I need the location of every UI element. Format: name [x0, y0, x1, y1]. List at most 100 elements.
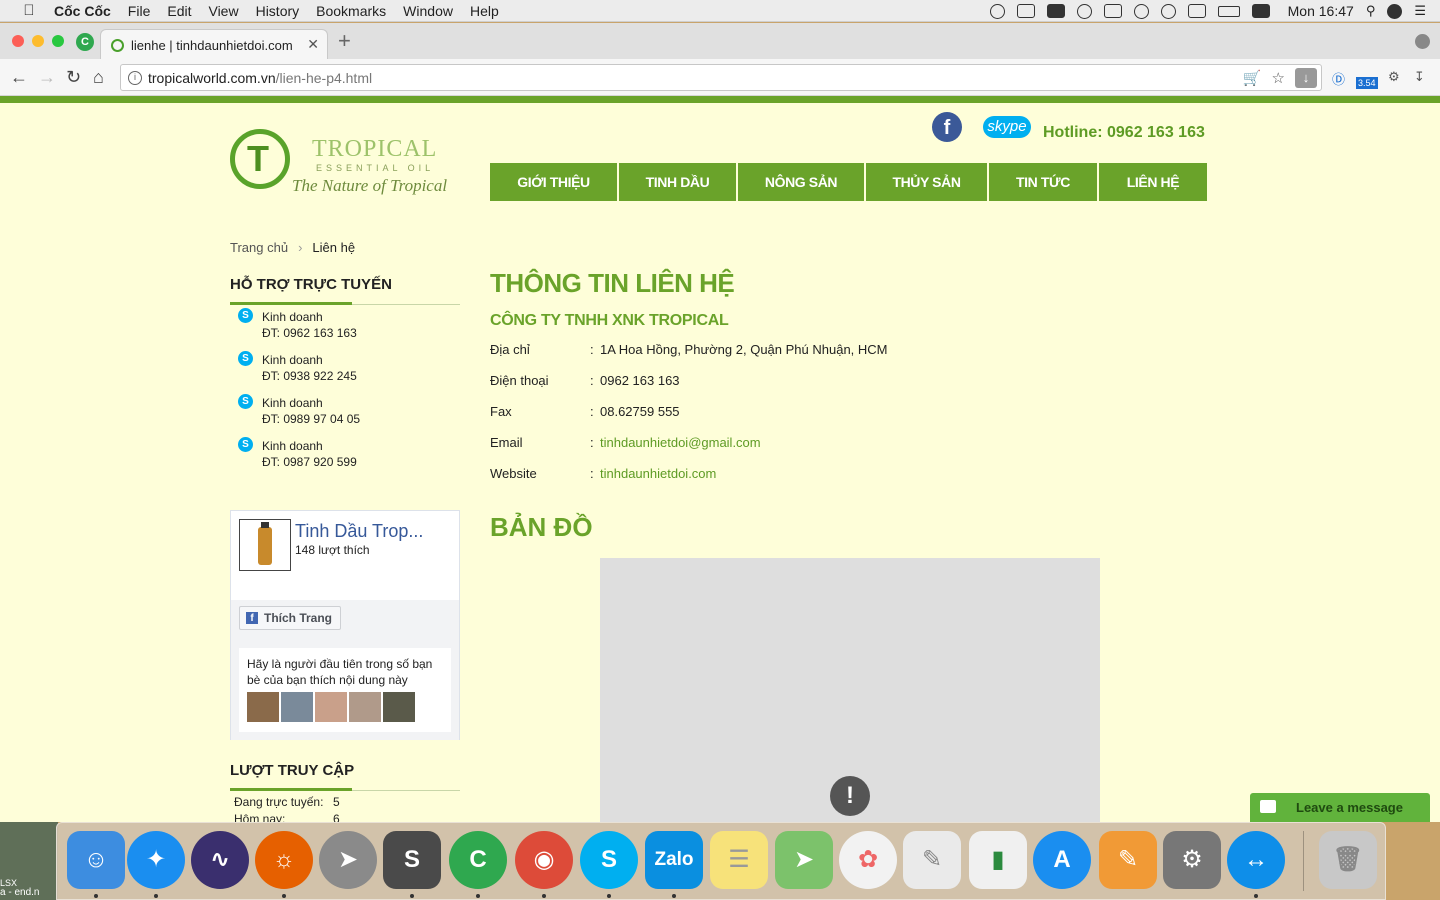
notification-center-icon[interactable]: ☰ [1414, 3, 1426, 19]
zalo-status-icon[interactable] [1016, 4, 1035, 18]
wifi-icon[interactable] [1160, 3, 1176, 19]
macos-dock: ☺ ✦ ∿ ☼ ➤ S C ◉ S Zalo ☰ ➤ ✿ ✎ ▮ A ✎ ⚙ ↔… [56, 822, 1386, 900]
nav-lien-he[interactable]: LIÊN HỆ [1099, 163, 1207, 201]
menu-file[interactable]: File [128, 3, 151, 19]
avatar[interactable] [349, 692, 381, 722]
timer-icon[interactable] [989, 3, 1005, 19]
chrome-icon[interactable]: ◉ [515, 831, 573, 889]
textedit-icon[interactable]: ✎ [903, 831, 961, 889]
facebook-icon[interactable]: f [932, 112, 962, 142]
drive-icon[interactable] [1046, 4, 1065, 18]
teamviewer-icon[interactable]: ↔ [1227, 831, 1285, 889]
skype-icon[interactable]: S [238, 351, 253, 366]
menu-bookmarks[interactable]: Bookmarks [316, 3, 386, 19]
website-link[interactable]: tinhdaunhietdoi.com [600, 466, 716, 481]
photos-icon[interactable]: ✿ [839, 831, 897, 889]
map-embed[interactable]: ! [600, 558, 1100, 822]
menu-window[interactable]: Window [403, 3, 453, 19]
numbers-icon[interactable]: ▮ [969, 831, 1027, 889]
battery-icon[interactable] [1217, 5, 1240, 17]
nav-gioi-thieu[interactable]: GIỚI THIỆU [490, 163, 617, 201]
support-phone: ĐT: 0962 163 163 [262, 326, 357, 340]
menubar-clock[interactable]: Mon 16:47 [1288, 3, 1354, 19]
home-button[interactable]: ⌂ [93, 67, 104, 87]
coccoc-logo-icon[interactable]: C [76, 33, 94, 51]
running-indicator [282, 894, 286, 898]
site-info-icon[interactable]: i [128, 71, 142, 85]
trash-icon[interactable]: 🗑 [1319, 831, 1377, 889]
launchpad-icon[interactable]: ➤ [319, 831, 377, 889]
bookmark-star-icon[interactable]: ☆ [1272, 69, 1285, 87]
siri-status-icon[interactable] [1387, 3, 1403, 19]
extension-badge[interactable]: 3.54 [1356, 77, 1378, 89]
avatar[interactable] [383, 692, 415, 722]
active-tab[interactable]: lienhe | tinhdaunhietdoi.com ✕ [100, 29, 328, 59]
skype-icon[interactable]: S [238, 394, 253, 409]
close-window-button[interactable] [12, 35, 24, 47]
site-logo[interactable]: T TROPICAL ESSENTIAL OIL The Nature of T… [228, 126, 458, 200]
skype-icon[interactable]: S [238, 437, 253, 452]
fb-like-page-button[interactable]: f Thích Trang [239, 606, 342, 630]
apple-menu-icon[interactable]:  [20, 2, 38, 19]
maps-icon[interactable]: ➤ [775, 831, 833, 889]
nav-tinh-dau[interactable]: TINH DẦU [619, 163, 736, 201]
zoom-window-button[interactable] [52, 35, 64, 47]
skype-dock-icon[interactable]: S [580, 831, 638, 889]
fb-page-thumbnail[interactable] [239, 519, 291, 571]
hotline-text[interactable]: Hotline: 0962 163 163 [1043, 124, 1205, 142]
fb-page-name[interactable]: Tinh Dầu Trop... [295, 521, 423, 542]
extension-gear-icon[interactable]: ⚙ [1388, 69, 1400, 85]
new-tab-button[interactable]: + [338, 30, 351, 52]
siri-icon[interactable]: ∿ [191, 831, 249, 889]
leave-message-button[interactable]: Leave a message [1250, 793, 1430, 822]
breadcrumb-home[interactable]: Trang chủ [230, 240, 288, 255]
input-source-icon[interactable] [1251, 4, 1270, 18]
airplay-icon[interactable] [1187, 4, 1206, 18]
url-text[interactable]: tropicalworld.com.vn/lien-he-p4.html [148, 70, 372, 86]
skype-icon[interactable]: S [238, 308, 253, 323]
savior-download-icon[interactable]: ↓ [1295, 68, 1317, 88]
reload-button[interactable]: ↻ [66, 67, 81, 87]
firefox-icon[interactable]: ☼ [255, 831, 313, 889]
menu-view[interactable]: View [208, 3, 238, 19]
shopping-cart-icon[interactable]: 🛒 [1243, 69, 1262, 87]
safari-icon[interactable]: ✦ [127, 831, 185, 889]
skype-logo-icon[interactable]: skype [983, 116, 1031, 138]
app-store-icon[interactable]: A [1033, 831, 1091, 889]
address-bar[interactable]: i tropicalworld.com.vn/lien-he-p4.html 🛒… [120, 64, 1322, 91]
coccoc-icon[interactable]: C [449, 831, 507, 889]
running-indicator [410, 894, 414, 898]
creative-cloud-icon[interactable] [1076, 3, 1092, 19]
breadcrumb: Trang chủ › Liên hệ [230, 240, 355, 255]
bluetooth-icon[interactable] [1133, 3, 1149, 19]
support-name: Kinh doanh [262, 353, 323, 367]
nav-thuy-san[interactable]: THỦY SẢN [866, 163, 987, 201]
minimize-window-button[interactable] [32, 35, 44, 47]
back-button[interactable]: ← [10, 67, 28, 87]
profile-icon[interactable] [1415, 34, 1430, 49]
downloads-icon[interactable]: ↧ [1414, 69, 1425, 85]
avatar[interactable] [247, 692, 279, 722]
close-tab-icon[interactable]: ✕ [307, 36, 319, 53]
sublime-text-icon[interactable]: S [383, 831, 441, 889]
menu-edit[interactable]: Edit [167, 3, 191, 19]
menu-help[interactable]: Help [470, 3, 499, 19]
macos-menu-bar:  Cốc Cốc File Edit View History Bookmar… [0, 0, 1440, 22]
spotlight-icon[interactable]: ⚲ [1366, 3, 1376, 19]
menu-app-name[interactable]: Cốc Cốc [54, 3, 111, 19]
forward-button[interactable]: → [38, 67, 56, 87]
avatar[interactable] [315, 692, 347, 722]
finder-icon[interactable]: ☺ [67, 831, 125, 889]
nav-tin-tuc[interactable]: TIN TỨC [989, 163, 1097, 201]
desktop-thumbnail[interactable]: LSX a - end.n [0, 822, 58, 900]
extension-a-icon[interactable]: Ⓓ [1332, 69, 1345, 88]
nav-nong-san[interactable]: NÔNG SẢN [738, 163, 864, 201]
menu-history[interactable]: History [256, 3, 300, 19]
teamviewer-status-icon[interactable] [1103, 4, 1122, 18]
zalo-icon[interactable]: Zalo [645, 831, 703, 889]
avatar[interactable] [281, 692, 313, 722]
notes-icon[interactable]: ☰ [710, 831, 768, 889]
system-preferences-icon[interactable]: ⚙ [1163, 831, 1221, 889]
pages-icon[interactable]: ✎ [1099, 831, 1157, 889]
email-link[interactable]: tinhdaunhietdoi@gmail.com [600, 435, 761, 450]
